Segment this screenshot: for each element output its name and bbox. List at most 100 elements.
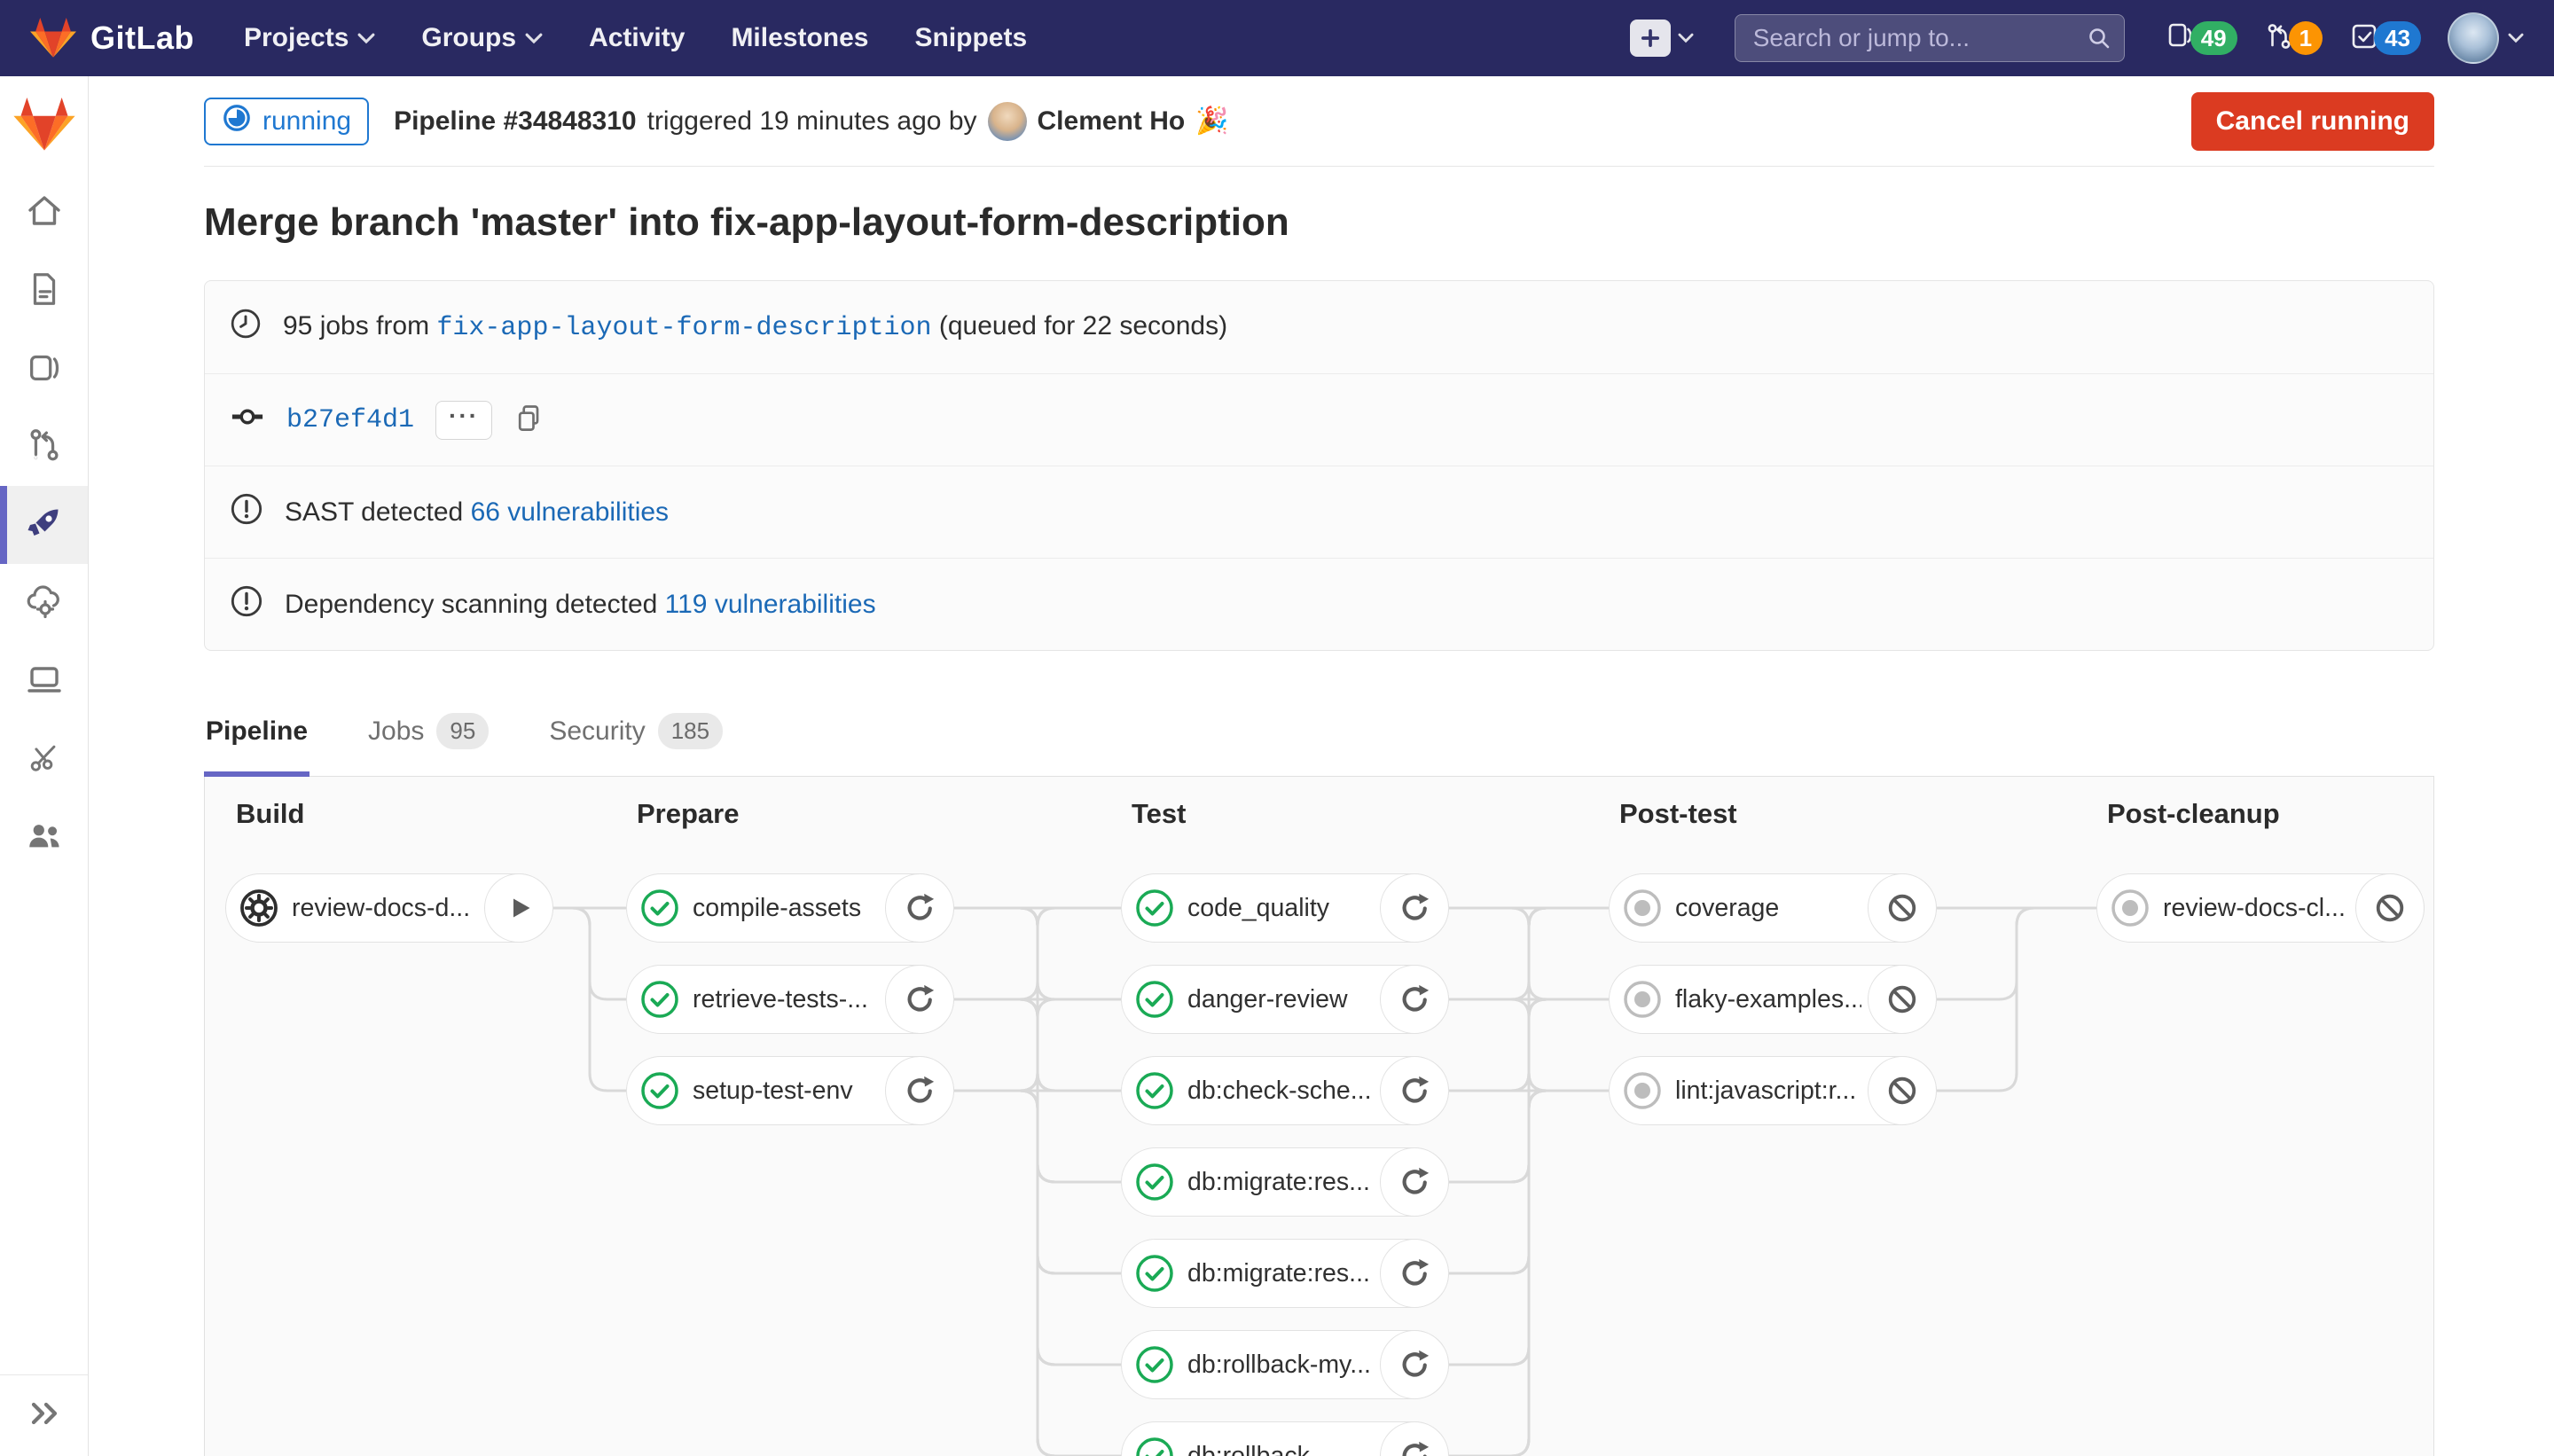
status-success-icon: [1133, 887, 1176, 929]
new-menu-button[interactable]: [1630, 20, 1694, 57]
cancel-button[interactable]: [1868, 1056, 1937, 1125]
jobs-count-badge: 95: [436, 713, 489, 749]
nav-item-projects[interactable]: Projects: [244, 23, 375, 53]
retry-button[interactable]: [1380, 1421, 1449, 1456]
tab-jobs[interactable]: Jobs95: [366, 701, 490, 776]
job-name: retrieve-tests-...: [693, 985, 868, 1014]
retry-button[interactable]: [1380, 1330, 1449, 1399]
search-box: [1735, 14, 2125, 62]
stage-post-test: Post-test coverage flaky-examples... lint:j…: [1609, 777, 1937, 1456]
deps-vulnerabilities-link[interactable]: 119 vulnerabilities: [665, 590, 876, 619]
stage-title: Post-test: [1619, 798, 1737, 830]
search-icon: [2086, 25, 2112, 56]
branch-link[interactable]: fix-app-layout-form-description: [436, 313, 931, 343]
job-pill[interactable]: compile-assets: [626, 873, 954, 943]
issues-counter[interactable]: 49: [2166, 21, 2237, 56]
stage-prepare: Preparecompile-assetsretrieve-tests-...s…: [626, 777, 954, 1456]
sast-vulnerabilities-link[interactable]: 66 vulnerabilities: [471, 497, 669, 527]
search-input[interactable]: [1735, 14, 2125, 62]
plus-icon: [1630, 20, 1671, 57]
status-success-icon: [1133, 1069, 1176, 1112]
job-pill[interactable]: db:check-sche...: [1121, 1056, 1449, 1125]
job-pill[interactable]: db:migrate:res...: [1121, 1147, 1449, 1217]
status-success-icon: [638, 978, 681, 1021]
sidebar-item-snippets[interactable]: [0, 720, 88, 798]
cancel-button[interactable]: [2355, 873, 2425, 943]
copy-icon: [513, 403, 545, 437]
retry-button[interactable]: [885, 1056, 954, 1125]
project-avatar[interactable]: [12, 94, 76, 151]
merge-requests-counter[interactable]: 1: [2264, 21, 2323, 56]
sidebar-item-repository[interactable]: [0, 252, 88, 330]
retry-button[interactable]: [1380, 873, 1449, 943]
security-count-badge: 185: [658, 713, 723, 749]
commit-description-toggle[interactable]: ···: [435, 401, 492, 440]
sidebar-item-project-overview[interactable]: [0, 174, 88, 252]
sidebar-item-members[interactable]: [0, 798, 88, 876]
status-created-icon: [2109, 887, 2151, 929]
job-pill[interactable]: coverage: [1609, 873, 1937, 943]
trigger-user-avatar[interactable]: [988, 102, 1027, 141]
pipeline-header: running Pipeline #34848310 triggered 19 …: [204, 76, 2434, 167]
job-name: code_quality: [1187, 894, 1329, 923]
job-name: review-docs-d...: [292, 894, 470, 923]
alert-circle-icon: [230, 584, 263, 625]
retry-button[interactable]: [1380, 1056, 1449, 1125]
chevron-down-icon: [2508, 33, 2524, 43]
chevron-down-icon: [357, 33, 375, 44]
scissors-icon: [26, 739, 63, 780]
job-pill[interactable]: retrieve-tests-...: [626, 965, 954, 1034]
nav-item-snippets[interactable]: Snippets: [914, 23, 1027, 53]
job-pill[interactable]: danger-review: [1121, 965, 1449, 1034]
nav-item-groups[interactable]: Groups: [421, 23, 543, 53]
top-navbar: GitLab Projects Groups Activity Mileston…: [0, 0, 2554, 76]
cancel-running-button[interactable]: Cancel running: [2191, 92, 2434, 151]
job-pill[interactable]: review-docs-d...: [225, 873, 553, 943]
nav-item-milestones[interactable]: Milestones: [731, 23, 868, 53]
commit-row: b27ef4d1 ···: [205, 373, 2433, 466]
job-pill[interactable]: lint:javascript:r...: [1609, 1056, 1937, 1125]
chevron-down-icon: [1678, 33, 1694, 43]
stage-title: Post-cleanup: [2107, 798, 2280, 830]
cancel-button[interactable]: [1868, 873, 1937, 943]
sast-row: SAST detected 66 vulnerabilities: [205, 466, 2433, 558]
main-content: running Pipeline #34848310 triggered 19 …: [89, 76, 2554, 1456]
sidebar-collapse-toggle[interactable]: [0, 1374, 88, 1456]
copy-commit-button[interactable]: [513, 403, 545, 437]
cancel-button[interactable]: [1868, 965, 1937, 1034]
retry-button[interactable]: [885, 965, 954, 1034]
sidebar-item-merge-requests[interactable]: [0, 408, 88, 486]
retry-button[interactable]: [885, 873, 954, 943]
dependency-scanning-row: Dependency scanning detected 119 vulnera…: [205, 558, 2433, 650]
sidebar-item-wiki[interactable]: [0, 642, 88, 720]
job-pill[interactable]: flaky-examples...: [1609, 965, 1937, 1034]
job-pill[interactable]: db:migrate:res...: [1121, 1239, 1449, 1308]
job-pill[interactable]: db:rollback-...: [1121, 1421, 1449, 1456]
sidebar-item-issues[interactable]: [0, 330, 88, 408]
todos-counter[interactable]: 43: [2349, 21, 2421, 56]
sidebar-item-operations[interactable]: [0, 564, 88, 642]
retry-button[interactable]: [1380, 1239, 1449, 1308]
tada-emoji: 🎉: [1195, 106, 1228, 137]
stage-test: Testcode_qualitydanger-reviewdb:check-sc…: [1121, 777, 1449, 1456]
job-pill[interactable]: setup-test-env: [626, 1056, 954, 1125]
pipeline-status-badge[interactable]: running: [204, 98, 369, 145]
job-pill[interactable]: db:rollback-my...: [1121, 1330, 1449, 1399]
commit-sha-link[interactable]: b27ef4d1: [286, 405, 414, 435]
navbar-right: 49 1 43: [1630, 12, 2524, 64]
sast-text: SAST detected 66 vulnerabilities: [285, 497, 669, 528]
sidebar-item-ci-cd[interactable]: [0, 486, 88, 564]
user-menu[interactable]: [2448, 12, 2524, 64]
tab-pipeline[interactable]: Pipeline: [204, 701, 309, 776]
nav-item-activity[interactable]: Activity: [589, 23, 685, 53]
retry-button[interactable]: [1380, 965, 1449, 1034]
play-button[interactable]: [484, 873, 553, 943]
deps-text: Dependency scanning detected 119 vulnera…: [285, 590, 876, 620]
job-name: danger-review: [1187, 985, 1348, 1014]
retry-button[interactable]: [1380, 1147, 1449, 1217]
tab-security[interactable]: Security185: [547, 701, 725, 776]
job-pill[interactable]: review-docs-cl...: [2096, 873, 2425, 943]
tanuki-icon: [30, 15, 76, 62]
gitlab-logo[interactable]: GitLab: [30, 15, 194, 62]
job-pill[interactable]: code_quality: [1121, 873, 1449, 943]
